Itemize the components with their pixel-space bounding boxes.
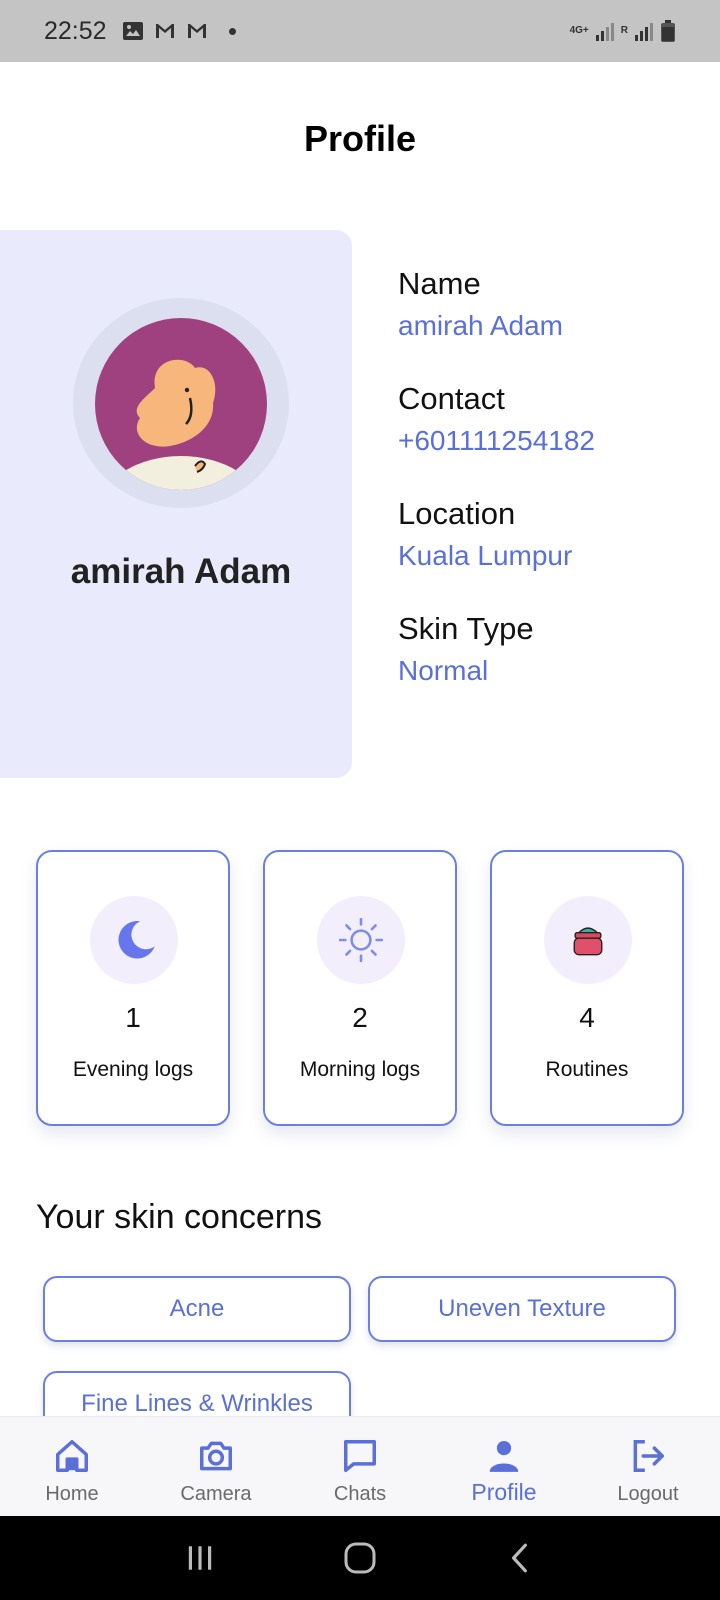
stat-card-routines[interactable]: 4 Routines <box>490 850 684 1126</box>
bottom-nav: Home Camera Chats Profile Logout <box>0 1416 720 1516</box>
notification-dot <box>228 27 236 35</box>
home-icon <box>56 1440 88 1472</box>
roaming-label: R <box>620 25 628 36</box>
info-label: Skin Type <box>398 611 534 646</box>
gmail-icon <box>155 24 174 38</box>
status-bar: 22:52 4G+ R <box>0 0 720 62</box>
nav-label: Logout <box>617 1483 679 1505</box>
network-type-label: 4G+ <box>569 25 589 36</box>
battery-icon <box>661 20 675 42</box>
info-contact: Contact +601111254182 <box>398 381 595 457</box>
cream-jar-icon <box>573 927 603 956</box>
info-label: Contact <box>398 381 505 416</box>
info-value: amirah Adam <box>398 310 563 341</box>
person-icon <box>489 1440 519 1472</box>
gmail-icon <box>187 24 206 38</box>
back-icon[interactable] <box>504 1542 536 1574</box>
sun-icon <box>338 917 384 963</box>
home-button-icon[interactable] <box>343 1541 377 1575</box>
avatar-illustration <box>105 359 257 490</box>
system-nav-bar <box>0 1516 720 1600</box>
nav-item-profile[interactable]: Profile <box>432 1417 576 1516</box>
info-label: Name <box>398 266 481 301</box>
stat-card-evening-logs[interactable]: 1 Evening logs <box>36 850 230 1126</box>
info-location: Location Kuala Lumpur <box>398 496 572 572</box>
stat-value: 1 <box>125 1002 141 1033</box>
concern-chip-uneven-texture[interactable]: Uneven Texture <box>368 1276 676 1342</box>
stat-label: Routines <box>545 1058 629 1081</box>
stat-icon-circle <box>90 896 178 984</box>
info-value: Normal <box>398 655 489 686</box>
stat-icon-circle <box>544 896 632 984</box>
nav-label: Chats <box>333 1483 387 1505</box>
nav-item-home[interactable]: Home <box>0 1417 144 1516</box>
stat-card-morning-logs[interactable]: 2 Morning logs <box>263 850 457 1126</box>
signal-roaming-icon <box>635 23 653 41</box>
moon-icon <box>118 921 155 959</box>
chat-icon <box>344 1440 376 1472</box>
stat-label: Evening logs <box>72 1058 194 1081</box>
avatar[interactable] <box>95 318 267 490</box>
profile-card: amirah Adam <box>0 230 352 778</box>
stat-label: Morning logs <box>299 1058 421 1081</box>
info-name: Name amirah Adam <box>398 266 563 342</box>
skin-concerns-title: Your skin concerns <box>36 1198 323 1236</box>
status-time: 22:52 <box>44 16 107 45</box>
info-label: Location <box>398 496 516 531</box>
page-title: Profile <box>303 118 417 159</box>
nav-item-logout[interactable]: Logout <box>576 1417 720 1516</box>
info-skin-type: Skin Type Normal <box>398 611 534 687</box>
recent-apps-icon[interactable] <box>184 1542 216 1574</box>
info-value: Kuala Lumpur <box>398 540 573 571</box>
nav-label: Home <box>45 1483 99 1505</box>
logout-icon <box>633 1440 664 1472</box>
stat-value: 4 <box>579 1002 595 1033</box>
stat-value: 2 <box>352 1002 368 1033</box>
signal-icon <box>595 23 614 41</box>
nav-item-chats[interactable]: Chats <box>288 1417 432 1516</box>
nav-label: Camera <box>180 1483 252 1505</box>
profile-name: amirah Adam <box>70 552 292 591</box>
info-value: +601111254182 <box>398 425 595 456</box>
image-icon <box>122 22 143 40</box>
stat-icon-circle <box>317 896 405 984</box>
avatar-ring <box>73 298 289 508</box>
nav-label: Profile <box>471 1479 537 1505</box>
nav-item-camera[interactable]: Camera <box>144 1417 288 1516</box>
concern-chip-acne[interactable]: Acne <box>43 1276 351 1342</box>
camera-icon <box>200 1441 232 1471</box>
